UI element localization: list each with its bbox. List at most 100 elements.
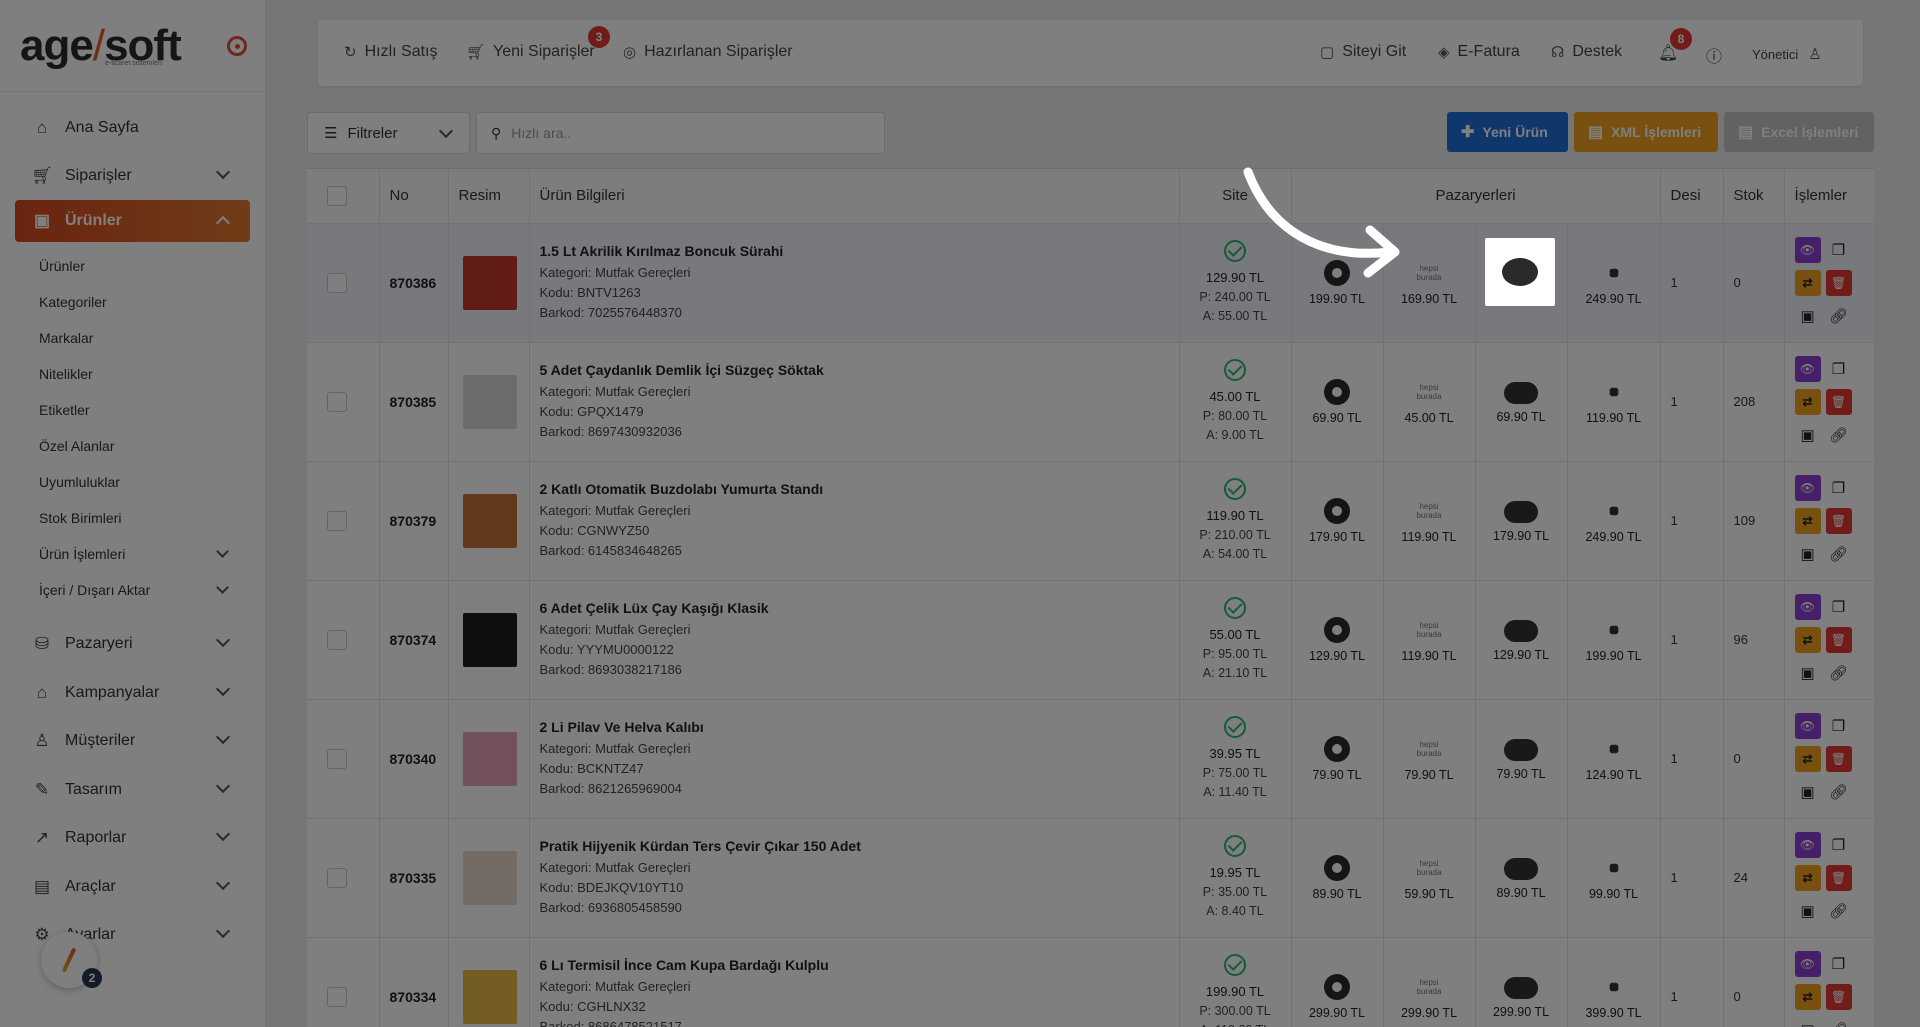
submenu-item-tags[interactable]: Etiketler [0, 392, 265, 428]
submenu-item-stock-units[interactable]: Stok Birimleri [0, 500, 265, 536]
link-button[interactable]: 🔗︎ [1826, 1017, 1852, 1027]
sidebar-item-orders[interactable]: 🛒︎ Siparişler [15, 152, 250, 200]
images-button[interactable]: ▣ [1795, 541, 1821, 567]
submenu-item-categories[interactable]: Kategoriler [0, 284, 265, 320]
marketplace-cell-pazarama[interactable]: 119.90 TL [1567, 342, 1661, 462]
images-button[interactable]: ▣ [1795, 660, 1821, 686]
transfer-button[interactable]: ⇄ [1794, 864, 1821, 891]
product-name[interactable]: 1.5 Lt Akrilik Kırılmaz Boncuk Sürahi [540, 243, 1179, 259]
header-info[interactable]: Ürün Bilgileri [529, 169, 1180, 224]
row-checkbox[interactable] [327, 272, 347, 293]
product-name[interactable]: 2 Li Pilav Ve Helva Kalıbı [540, 719, 1179, 735]
link-button[interactable]: 🔗︎ [1826, 898, 1852, 924]
marketplace-cell-pazarama[interactable]: 99.90 TL [1567, 818, 1661, 938]
product-name[interactable]: 6 Lı Termisil İnce Cam Kupa Bardağı Kulp… [540, 957, 1179, 973]
search-input[interactable] [511, 125, 852, 141]
marketplace-cell-pazarama[interactable]: 199.90 TL [1567, 580, 1661, 700]
submenu-item-brands[interactable]: Markalar [0, 320, 265, 356]
info-icon[interactable]: ⓘ [1706, 43, 1722, 67]
einvoice-link[interactable]: ◈ E-Fatura [1438, 43, 1520, 61]
new-orders-link[interactable]: 🛒︎ Yeni Siparişler [466, 43, 595, 61]
delete-button[interactable]: 🗑︎ [1825, 745, 1852, 772]
submenu-item-custom-fields[interactable]: Özel Alanlar [0, 428, 265, 464]
row-checkbox[interactable] [327, 629, 347, 650]
marketplace-cell-hepsiburada[interactable]: hepsi burada 119.90 TL [1383, 461, 1476, 581]
marketplace-cell-n11[interactable]: 79.90 TL [1291, 699, 1384, 819]
marketplace-cell-hepsiburada[interactable]: hepsi burada 59.90 TL [1383, 818, 1476, 938]
marketplace-cell-n11[interactable]: 299.90 TL [1291, 937, 1384, 1027]
delete-button[interactable]: 🗑︎ [1825, 864, 1852, 891]
preparing-orders-link[interactable]: ◎ Hazırlanan Siparişler [623, 43, 793, 61]
row-checkbox[interactable] [327, 748, 347, 769]
copy-button[interactable]: ❐ [1826, 951, 1852, 977]
product-name[interactable]: 6 Adet Çelik Lüx Çay Kaşığı Klasik [540, 600, 1179, 616]
marketplace-cell-n11[interactable]: 179.90 TL [1291, 461, 1384, 581]
delete-button[interactable]: 🗑︎ [1825, 983, 1852, 1010]
link-button[interactable]: 🔗︎ [1826, 779, 1852, 805]
product-name[interactable]: 2 Katlı Otomatik Buzdolabı Yumurta Stand… [540, 481, 1179, 497]
sidebar-item-customers[interactable]: ♙ Müşteriler [15, 717, 250, 766]
marketplace-cell-n11[interactable]: 69.90 TL [1291, 342, 1384, 462]
header-no[interactable]: No [379, 169, 449, 224]
filters-button[interactable]: ☰ Filtreler [307, 112, 470, 154]
images-button[interactable]: ▣ [1795, 898, 1821, 924]
marketplace-cell-trendyol[interactable]: 89.90 TL [1475, 818, 1568, 938]
product-name[interactable]: 5 Adet Çaydanlık Demlik İçi Süzgeç Sökta… [540, 362, 1179, 378]
sidebar-item-home[interactable]: ⌂ Ana Sayfa [15, 104, 250, 152]
support-link[interactable]: ☊ Destek [1551, 43, 1622, 61]
submenu-item-product-operations[interactable]: Ürün İşlemleri [0, 536, 265, 572]
marketplace-cell-hepsiburada[interactable]: hepsi burada 119.90 TL [1383, 580, 1476, 700]
marketplace-cell-pazarama[interactable]: 249.90 TL [1567, 461, 1661, 581]
user-menu[interactable]: Yönetici ♙ [1752, 45, 1830, 63]
delete-button[interactable]: 🗑︎ [1825, 626, 1852, 653]
submenu-item-products[interactable]: Ürünler [0, 248, 265, 284]
copy-button[interactable]: ❐ [1826, 594, 1852, 620]
link-button[interactable]: 🔗︎ [1826, 422, 1852, 448]
marketplace-cell-trendyol[interactable]: 79.90 TL [1475, 699, 1568, 819]
delete-button[interactable]: 🗑︎ [1825, 507, 1852, 534]
product-thumbnail[interactable] [462, 374, 517, 429]
images-button[interactable]: ▣ [1795, 1017, 1821, 1027]
view-button[interactable]: 👁︎ [1794, 593, 1821, 620]
marketplace-cell-hepsiburada[interactable]: hepsi burada 45.00 TL [1383, 342, 1476, 462]
product-name[interactable]: Pratik Hijyenik Kürdan Ters Çevir Çıkar … [540, 838, 1179, 854]
delete-button[interactable]: 🗑︎ [1825, 269, 1852, 296]
row-checkbox[interactable] [327, 391, 347, 412]
select-all-checkbox[interactable] [327, 185, 347, 206]
transfer-button[interactable]: ⇄ [1794, 388, 1821, 415]
quick-sale-link[interactable]: ↻ Hızlı Satış [344, 43, 437, 61]
go-site-link[interactable]: ▢ Siteyi Git [1320, 43, 1406, 61]
header-desi[interactable]: Desi [1660, 169, 1724, 224]
delete-button[interactable]: 🗑︎ [1825, 388, 1852, 415]
sidebar-item-design[interactable]: ✎ Tasarım [15, 766, 250, 815]
link-button[interactable]: 🔗︎ [1826, 303, 1852, 329]
row-checkbox[interactable] [327, 867, 347, 888]
transfer-button[interactable]: ⇄ [1794, 983, 1821, 1010]
row-checkbox[interactable] [327, 986, 347, 1007]
product-thumbnail[interactable] [462, 612, 517, 667]
target-icon[interactable] [227, 36, 247, 56]
view-button[interactable]: 👁︎ [1794, 355, 1821, 382]
sidebar-item-campaigns[interactable]: ⌂ Kampanyalar [15, 669, 250, 718]
marketplace-cell-trendyol[interactable]: 129.90 TL [1475, 580, 1568, 700]
copy-button[interactable]: ❐ [1826, 475, 1852, 501]
excel-operations-button[interactable]: ▤ Excel İşlemleri [1724, 112, 1874, 152]
view-button[interactable]: 👁︎ [1794, 236, 1821, 263]
copy-button[interactable]: ❐ [1826, 237, 1852, 263]
marketplace-cell-trendyol[interactable]: 69.90 TL [1475, 342, 1568, 462]
marketplace-cell-hepsiburada[interactable]: hepsi burada 299.90 TL [1383, 937, 1476, 1027]
view-button[interactable]: 👁︎ [1794, 950, 1821, 977]
trendyol-spotlight[interactable] [1485, 238, 1555, 306]
copy-button[interactable]: ❐ [1826, 713, 1852, 739]
product-thumbnail[interactable] [462, 731, 517, 786]
copy-button[interactable]: ❐ [1826, 832, 1852, 858]
copy-button[interactable]: ❐ [1826, 356, 1852, 382]
transfer-button[interactable]: ⇄ [1794, 269, 1821, 296]
product-thumbnail[interactable] [462, 850, 517, 905]
product-thumbnail[interactable] [462, 969, 517, 1024]
marketplace-cell-n11[interactable]: 89.90 TL [1291, 818, 1384, 938]
link-button[interactable]: 🔗︎ [1826, 541, 1852, 567]
marketplace-cell-pazarama[interactable]: 124.90 TL [1567, 699, 1661, 819]
sidebar-item-reports[interactable]: ↗ Raporlar [15, 814, 250, 863]
marketplace-cell-hepsiburada[interactable]: hepsi burada 79.90 TL [1383, 699, 1476, 819]
